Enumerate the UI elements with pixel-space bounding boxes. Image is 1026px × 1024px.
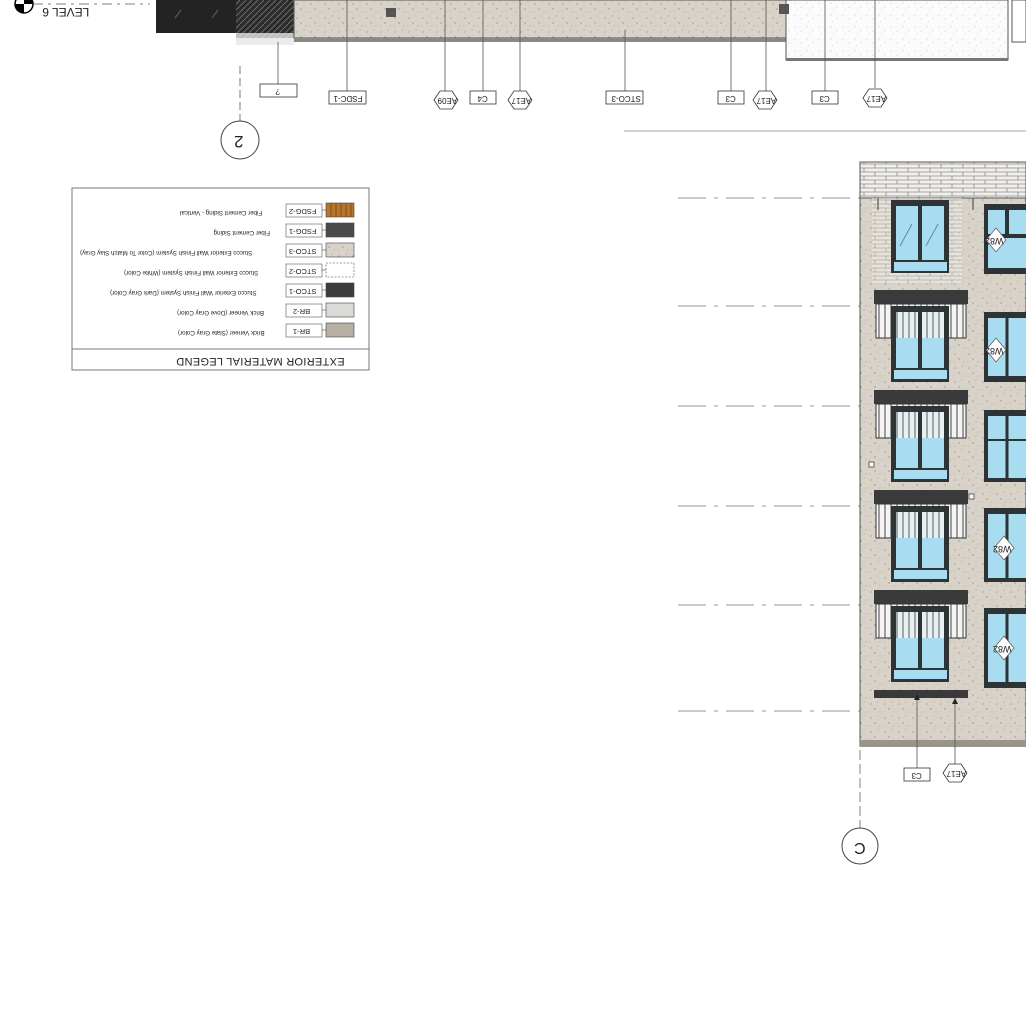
callout-fsdc: FSDC-1 [328, 90, 367, 105]
legend-code: BR-2 [293, 307, 310, 316]
callout-stco3: STCO-3 [605, 90, 644, 105]
elevation-drawing: LEVEL 6 ? FSDC-1 AE09 C4 AE17 STCO-3 C3 … [14, 0, 1026, 865]
grid-bubble-2: 2 [220, 66, 260, 160]
callout-ae17-a: AE17 [507, 90, 533, 110]
legend-swatch [325, 262, 355, 278]
legend-swatch [325, 282, 355, 298]
floor-level-lines [678, 197, 860, 712]
callout-ae17-b: AE17 [752, 90, 778, 110]
bottom-callout-ae17-text: AE17 [946, 769, 966, 778]
window-tag-text: W82 [993, 644, 1012, 654]
callout-c4-text: C4 [477, 94, 488, 103]
callout-q-text: ? [275, 87, 280, 96]
legend-swatch [325, 202, 355, 218]
grid-bubble-c: C [841, 750, 879, 865]
legend-swatch [325, 242, 355, 258]
legend-swatch [325, 302, 355, 318]
wall-marker [968, 493, 975, 500]
callout-ae17-a-text: AE17 [511, 96, 531, 105]
level-marker: LEVEL 6 [14, 0, 150, 19]
bottom-ledge [874, 690, 968, 698]
legend-desc: Fiber Cement Siding - Vertical [180, 209, 262, 216]
bottom-callout-c3: C3 [903, 767, 931, 782]
wall-marker [868, 461, 875, 468]
grid-bubble-c-label: C [854, 839, 866, 856]
window-tag-text: W82 [985, 346, 1004, 356]
upper-building [156, 0, 1026, 61]
callout-ae17-c-text: AE17 [866, 94, 886, 103]
callout-c3-b-text: C3 [819, 94, 830, 103]
legend-title: EXTERIOR MATERIAL LEGEND [176, 355, 345, 367]
legend-desc: Brick Veneer (Slate Gray Color) [178, 329, 265, 336]
callout-q: ? [259, 83, 298, 98]
bottom-callout-ae17: AE17 [942, 763, 968, 783]
grid-bubble-2-label: 2 [234, 132, 243, 151]
callout-stco3-text: STCO-3 [611, 94, 641, 103]
callout-c4: C4 [469, 90, 497, 105]
legend-desc: Stucco Exterior Wall Finish System (Colo… [80, 249, 252, 256]
window-tag-text: W82 [993, 544, 1012, 554]
legend-code: BR-1 [293, 327, 310, 336]
level-label: LEVEL 6 [42, 5, 89, 19]
bottom-callout-c3-text: C3 [911, 771, 922, 780]
legend-code: STCO-1 [289, 287, 317, 296]
legend-swatch [325, 222, 355, 238]
legend-code: FSDG-1 [289, 227, 317, 236]
callout-ae17-c: AE17 [862, 88, 888, 108]
legend-swatch [325, 322, 355, 338]
callout-c3-a-text: C3 [725, 94, 736, 103]
legend-desc: Fiber Cement Siding [213, 229, 270, 236]
legend-desc: Brick Veneer (Dove Gray Color) [177, 309, 264, 316]
legend-desc: Stucco Exterior Wall Finish System (Dark… [110, 289, 257, 296]
callout-ae09-text: AE09 [437, 96, 457, 105]
legend-code: STCO-3 [289, 247, 317, 256]
callout-ae09: AE09 [433, 90, 459, 110]
callout-c3-b: C3 [811, 90, 839, 105]
callout-c3-a: C3 [717, 90, 745, 105]
legend-desc: Stucco Exterior Wall Finish System (Whit… [124, 269, 258, 276]
callout-fsdc-text: FSDC-1 [333, 94, 362, 103]
callout-ae17-b-text: AE17 [756, 96, 776, 105]
window-tag-text: W82 [985, 236, 1004, 246]
legend-code: FSDG-2 [289, 207, 317, 216]
material-legend: EXTERIOR MATERIAL LEGEND BR-1 Brick Vene… [71, 187, 370, 371]
legend-code: STCO-2 [289, 267, 317, 276]
